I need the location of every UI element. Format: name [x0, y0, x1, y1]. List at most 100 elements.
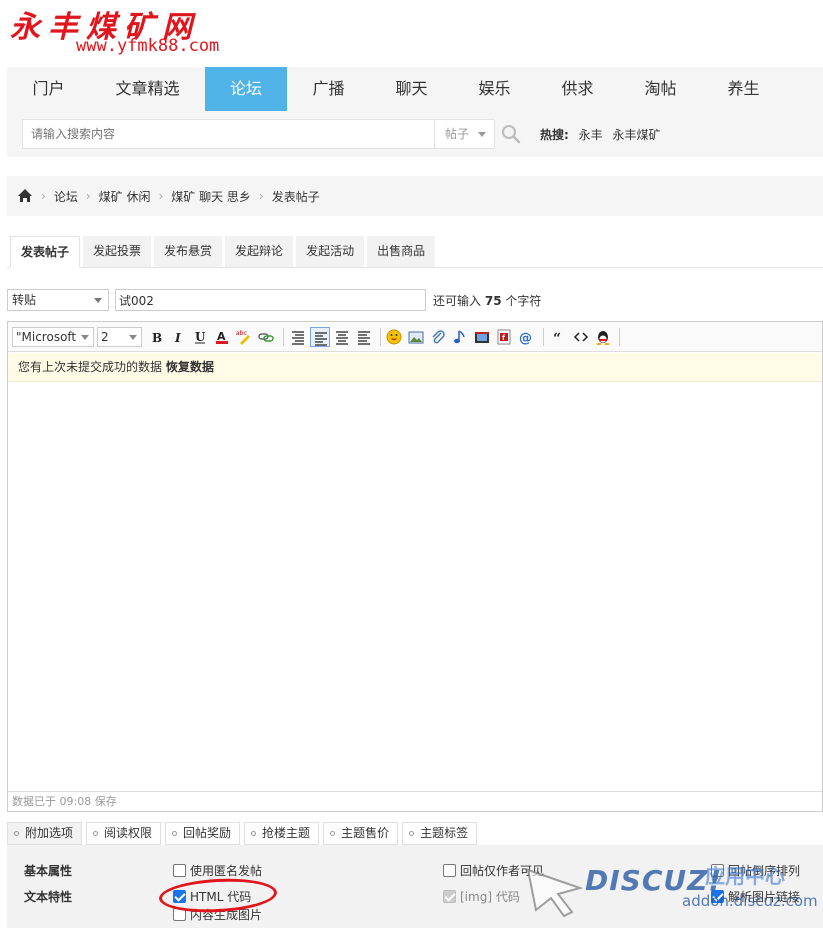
main-nav: 门户 文章精选 论坛 广播 聊天 娱乐 供求 淘帖 养生 日: [7, 67, 823, 111]
underline-button[interactable]: U: [190, 327, 210, 347]
tab-reward[interactable]: 发布悬赏: [154, 236, 223, 267]
audio-button[interactable]: [450, 327, 470, 347]
restore-data-link[interactable]: 恢复数据: [166, 360, 214, 374]
font-size-select[interactable]: 2: [97, 327, 142, 347]
editor-content-area[interactable]: [8, 382, 822, 791]
align-right-icon: [358, 331, 370, 345]
hot-search-term[interactable]: 永丰煤矿: [612, 128, 660, 142]
nav-item-more[interactable]: 日: [785, 67, 823, 111]
notice-text: 您有上次未提交成功的数据: [18, 360, 163, 374]
font-color-icon: A: [216, 330, 228, 344]
music-note-icon: [454, 330, 465, 344]
tab-extra-options[interactable]: 附加选项: [7, 822, 83, 845]
align-left-button[interactable]: [288, 327, 308, 347]
thread-type-value: 转贴: [12, 293, 37, 307]
remaining-count: 75: [484, 294, 502, 308]
attachment-button[interactable]: [428, 327, 448, 347]
tab-read-permission[interactable]: 阅读权限: [86, 822, 162, 845]
bullet-icon: [330, 831, 336, 836]
code-button[interactable]: [571, 327, 591, 347]
search-type-select[interactable]: 帖子: [434, 120, 494, 148]
align-right-button[interactable]: [354, 327, 374, 347]
toolbar-separator: [380, 328, 381, 346]
align-justify-icon: [315, 332, 327, 346]
restore-data-notice: 您有上次未提交成功的数据 恢复数据: [8, 353, 822, 382]
nav-item-forum[interactable]: 论坛: [205, 67, 287, 111]
smiley-icon: [386, 329, 402, 345]
search-input[interactable]: [23, 120, 434, 148]
italic-icon: I: [174, 331, 181, 345]
anonymous-checkbox[interactable]: [173, 864, 186, 877]
autosave-status: 数据已于 09:08 保存: [8, 791, 822, 811]
editor-toolbar: "Microsoft 2 B I U A abc f @ “: [8, 322, 822, 352]
nav-item-health[interactable]: 养生: [702, 67, 785, 111]
search-type-value: 帖子: [445, 127, 470, 141]
site-logo[interactable]: 永丰煤矿网 www.yfmk88.com: [10, 2, 270, 62]
nav-item-chat[interactable]: 聊天: [370, 67, 453, 111]
home-icon[interactable]: [17, 188, 33, 204]
tab-thread-tags[interactable]: 主题标签: [402, 822, 478, 845]
watermark-url: addon.discuz.com: [682, 892, 818, 910]
tab-thread-price[interactable]: 主题售价: [323, 822, 399, 845]
thread-type-select[interactable]: 转贴: [7, 289, 109, 311]
toolbar-separator: [619, 328, 620, 346]
nav-item-entertainment[interactable]: 娱乐: [453, 67, 536, 111]
cursor-arrow-icon: [526, 868, 584, 918]
tab-activity[interactable]: 发起活动: [296, 236, 365, 267]
mention-button[interactable]: @: [516, 327, 536, 347]
option-label: 使用匿名发帖: [190, 864, 263, 878]
italic-button[interactable]: I: [168, 327, 188, 347]
tab-label: 附加选项: [25, 826, 74, 840]
svg-text:B: B: [152, 331, 162, 345]
logo-url: www.yfmk88.com: [76, 36, 220, 56]
bold-button[interactable]: B: [146, 327, 166, 347]
code-icon: [573, 332, 589, 342]
font-color-button[interactable]: A: [212, 327, 232, 347]
breadcrumb-board[interactable]: 煤矿 聊天 思乡: [171, 188, 251, 205]
qq-button[interactable]: [593, 327, 613, 347]
reply-author-only-checkbox[interactable]: [443, 864, 456, 877]
nav-item-broadcast[interactable]: 广播: [287, 67, 370, 111]
nav-item-collection[interactable]: 淘帖: [619, 67, 702, 111]
remaining-suffix: 个字符: [505, 294, 542, 308]
tab-debate[interactable]: 发起辩论: [225, 236, 294, 267]
tab-reply-reward[interactable]: 回帖奖励: [165, 822, 241, 845]
link-button[interactable]: [256, 327, 276, 347]
tab-label: 抢楼主题: [262, 826, 311, 840]
search-icon[interactable]: [501, 124, 521, 144]
breadcrumb-forum[interactable]: 论坛: [54, 188, 78, 205]
breadcrumb-separator: ›: [85, 189, 91, 203]
tab-trade[interactable]: 出售商品: [367, 236, 436, 267]
nav-item-supply[interactable]: 供求: [536, 67, 619, 111]
option-anonymous[interactable]: 使用匿名发帖: [173, 862, 262, 879]
breadcrumb-leisure[interactable]: 煤矿 休闲: [99, 188, 151, 205]
option-label: [img] 代码: [460, 890, 520, 904]
highlight-button[interactable]: abc: [234, 327, 254, 347]
bullet-icon: [14, 831, 19, 836]
tab-floor-grab[interactable]: 抢楼主题: [244, 822, 320, 845]
tab-poll[interactable]: 发起投票: [83, 236, 152, 267]
svg-text:abc: abc: [236, 330, 247, 337]
nav-item-articles[interactable]: 文章精选: [90, 67, 205, 111]
image-icon: [408, 331, 424, 344]
video-button[interactable]: [472, 327, 492, 347]
hot-search-term[interactable]: 永丰: [579, 128, 603, 142]
flash-icon: f: [497, 329, 511, 345]
text-features-label: 文本特性: [24, 890, 73, 904]
image-button[interactable]: [406, 327, 426, 347]
font-family-select[interactable]: "Microsoft: [12, 327, 94, 347]
hot-search-label: 热搜:: [540, 128, 569, 142]
bullet-icon: [409, 831, 415, 836]
breadcrumb-separator: ›: [41, 189, 46, 203]
nav-item-portal[interactable]: 门户: [7, 67, 90, 111]
tab-new-thread[interactable]: 发表帖子: [10, 236, 81, 268]
subject-input[interactable]: [115, 289, 426, 311]
watermark-center: 应用中心: [705, 864, 785, 888]
svg-text:@: @: [519, 331, 532, 345]
align-justify-button[interactable]: [310, 327, 330, 347]
breadcrumb: › 论坛 › 煤矿 休闲 › 煤矿 聊天 思乡 › 发表帖子: [7, 176, 823, 216]
align-center-button[interactable]: [332, 327, 352, 347]
flash-button[interactable]: f: [494, 327, 514, 347]
quote-button[interactable]: “: [549, 327, 569, 347]
smiley-button[interactable]: [384, 327, 404, 347]
